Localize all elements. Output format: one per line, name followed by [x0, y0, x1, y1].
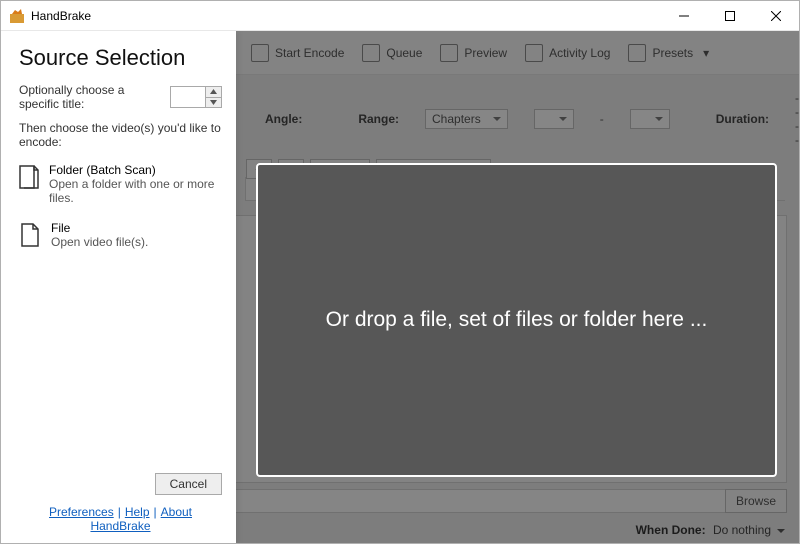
window-title: HandBrake	[31, 9, 91, 23]
instruction-text: Then choose the video(s) you'd like to e…	[19, 121, 222, 149]
preferences-link[interactable]: Preferences	[49, 505, 114, 519]
title-spinner-up[interactable]	[206, 87, 221, 98]
file-title: File	[51, 221, 148, 235]
drop-zone[interactable]: Or drop a file, set of files or folder h…	[256, 163, 777, 477]
app-icon	[9, 8, 25, 24]
title-spinner-input[interactable]	[171, 87, 205, 107]
folder-icon	[19, 165, 39, 191]
file-desc: Open video file(s).	[51, 235, 148, 249]
source-selection-panel: Source Selection Optionally choose a spe…	[1, 31, 236, 543]
footer-links: Preferences|Help|About HandBrake	[19, 505, 222, 533]
folder-desc: Open a folder with one or more files.	[49, 177, 222, 205]
window-maximize-button[interactable]	[707, 1, 753, 31]
window-close-button[interactable]	[753, 1, 799, 31]
titlebar: HandBrake	[1, 1, 799, 31]
open-folder-button[interactable]: Folder (Batch Scan) Open a folder with o…	[19, 159, 222, 209]
app-window: HandBrake Start Encode Queue Preview Act…	[0, 0, 800, 544]
cancel-button[interactable]: Cancel	[155, 473, 222, 495]
title-spinner[interactable]	[170, 86, 222, 108]
open-file-button[interactable]: File Open video file(s).	[19, 217, 222, 253]
folder-title: Folder (Batch Scan)	[49, 163, 222, 177]
source-selection-heading: Source Selection	[19, 45, 222, 71]
help-link[interactable]: Help	[125, 505, 150, 519]
file-icon	[19, 223, 41, 249]
specific-title-label: Optionally choose a specific title:	[19, 83, 164, 111]
window-minimize-button[interactable]	[661, 1, 707, 31]
title-spinner-down[interactable]	[206, 98, 221, 108]
drop-zone-text: Or drop a file, set of files or folder h…	[326, 308, 708, 332]
